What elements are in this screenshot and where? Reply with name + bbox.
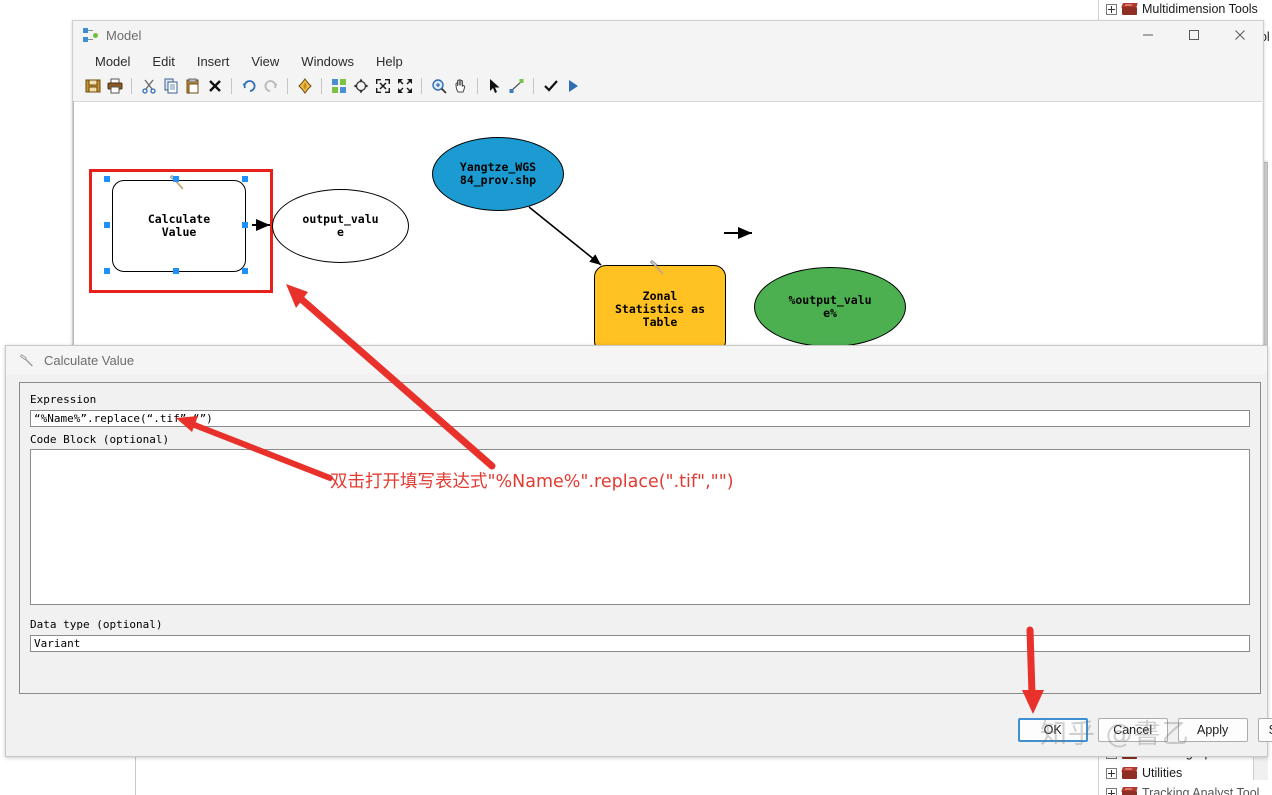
full-view-icon[interactable]	[351, 77, 370, 96]
connector-shp-to-zonal	[528, 206, 602, 266]
node-calculate-value-label: Calculate Value	[147, 212, 211, 239]
dialog-body: Expression Code Block (optional) Data ty…	[19, 382, 1261, 694]
expand-plus-icon[interactable]	[1106, 3, 1117, 15]
node-output-value-pct[interactable]: %output_valu e%	[754, 267, 906, 347]
hammer-icon	[649, 260, 664, 275]
dialog-titlebar[interactable]: Calculate Value	[6, 346, 1267, 374]
close-icon[interactable]	[1217, 21, 1263, 49]
hammer-icon	[19, 354, 33, 367]
toolbox-item-label: Multidimension Tools	[1142, 2, 1258, 16]
menu-edit[interactable]: Edit	[142, 52, 184, 71]
copy-icon[interactable]	[161, 77, 180, 96]
print-icon[interactable]	[105, 77, 124, 96]
dialog-title: Calculate Value	[44, 352, 135, 368]
toolbox-item-tracking-analyst-tools[interactable]: Tracking Analyst Tool	[1106, 786, 1259, 795]
undo-icon[interactable]	[239, 77, 258, 96]
minimize-icon[interactable]	[1125, 21, 1171, 49]
toolbar-separator	[231, 78, 232, 94]
maximize-icon[interactable]	[1171, 21, 1217, 49]
add-data-icon[interactable]	[295, 77, 314, 96]
pan-tool-icon[interactable]	[451, 77, 470, 96]
menu-insert[interactable]: Insert	[187, 52, 240, 71]
node-zonal-statistics-as-table[interactable]: Zonal Statistics as Table	[594, 260, 726, 353]
model-window-titlebar[interactable]: Model	[73, 21, 1263, 49]
selection-handle[interactable]	[173, 268, 179, 274]
calculate-value-dialog: Calculate Value Expression Code Block (o…	[5, 345, 1272, 757]
selection-handle[interactable]	[242, 222, 248, 228]
screen-root: Multidimension Tools Modeling Spatial R …	[0, 0, 1272, 795]
model-toolbar	[73, 73, 1263, 99]
node-calculate-value[interactable]: Calculate Value	[112, 175, 246, 272]
toolbox-icon	[1121, 787, 1138, 795]
node-yangtze-shp[interactable]: Yangtze_WGS 84_prov.shp	[432, 137, 564, 211]
model-icon	[83, 28, 99, 42]
connect-tool-icon[interactable]	[507, 77, 526, 96]
model-window-title: Model	[106, 27, 142, 43]
zoom-in-icon[interactable]	[395, 77, 414, 96]
menu-help[interactable]: Help	[366, 52, 413, 71]
zoom-tool-icon[interactable]	[429, 77, 448, 96]
menu-view[interactable]: View	[241, 52, 289, 71]
zoom-out-icon[interactable]	[373, 77, 392, 96]
expression-input[interactable]	[30, 410, 1250, 427]
expand-plus-icon[interactable]	[1106, 787, 1117, 795]
node-yangtze-shp-label: Yangtze_WGS 84_prov.shp	[459, 160, 537, 187]
toolbox-icon	[1121, 3, 1138, 15]
toolbar-separator	[421, 78, 422, 94]
menu-windows[interactable]: Windows	[291, 52, 364, 71]
selection-handle[interactable]	[104, 268, 110, 274]
annotation-note: 双击打开填写表达式"%Name%".replace(".tif","")	[330, 472, 734, 492]
toolbar-separator	[321, 78, 322, 94]
toolbar-separator	[477, 78, 478, 94]
menu-model[interactable]: Model	[85, 52, 140, 71]
watermark: 知乎 @書乙	[1040, 719, 1190, 750]
model-menubar: Model Edit Insert View Windows Help	[73, 49, 1263, 73]
data-type-input[interactable]	[30, 635, 1250, 652]
auto-layout-icon[interactable]	[329, 77, 348, 96]
toolbar-separator	[131, 78, 132, 94]
toolbox-item-label: Tracking Analyst Tool	[1142, 786, 1260, 795]
toolbar-separator	[533, 78, 534, 94]
selection-handle[interactable]	[173, 176, 179, 182]
node-output-value-label: output_valu e	[302, 212, 379, 239]
expression-label: Expression	[30, 393, 97, 406]
data-type-label: Data type (optional)	[30, 618, 163, 631]
selection-handle[interactable]	[104, 176, 110, 182]
selection-handle[interactable]	[104, 222, 110, 228]
run-icon[interactable]	[563, 77, 582, 96]
window-controls	[1125, 21, 1263, 49]
node-output-value[interactable]: output_valu e	[272, 189, 409, 263]
redo-icon[interactable]	[261, 77, 280, 96]
node-zonal-statistics-label: Zonal Statistics as Table	[614, 288, 705, 329]
cut-icon[interactable]	[139, 77, 158, 96]
selection-handle[interactable]	[242, 176, 248, 182]
toolbox-item-multidimension-tools[interactable]: Multidimension Tools	[1106, 2, 1258, 16]
node-output-value-pct-label: %output_valu e%	[788, 293, 872, 320]
delete-icon[interactable]	[205, 77, 224, 96]
selection-handle[interactable]	[242, 268, 248, 274]
code-block-label: Code Block (optional)	[30, 433, 170, 446]
paste-icon[interactable]	[183, 77, 202, 96]
select-tool-icon[interactable]	[485, 77, 504, 96]
validate-icon[interactable]	[541, 77, 560, 96]
toolbar-separator	[287, 78, 288, 94]
save-icon[interactable]	[83, 77, 102, 96]
